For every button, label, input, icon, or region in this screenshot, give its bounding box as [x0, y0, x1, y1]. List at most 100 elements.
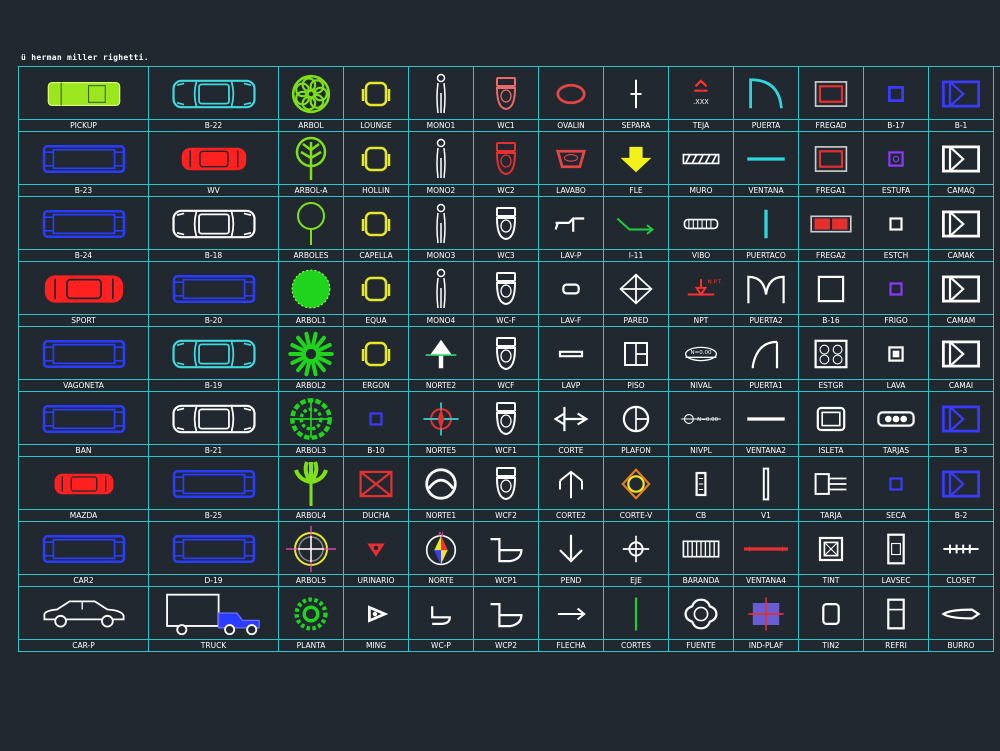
block-cell-lounge[interactable]: LOUNGE: [344, 67, 409, 132]
block-cell-wc3[interactable]: WC3: [474, 197, 539, 262]
block-cell-arbol2[interactable]: ARBOL2: [279, 327, 344, 392]
block-cell-wcp2[interactable]: WCP2: [474, 587, 539, 652]
block-cell-eje[interactable]: EJE: [604, 522, 669, 587]
block-cell-car2[interactable]: CAR2: [19, 522, 149, 587]
block-cell-estch[interactable]: ESTCH: [864, 197, 929, 262]
block-cell-closet[interactable]: CLOSET: [929, 522, 994, 587]
block-cell-cortes[interactable]: CORTES: [604, 587, 669, 652]
block-cell-b-2[interactable]: B-2: [929, 457, 994, 522]
block-cell-b-19[interactable]: B-19: [149, 327, 279, 392]
block-cell-lav-f[interactable]: LAV-F: [539, 262, 604, 327]
block-cell-ducha[interactable]: DUCHA: [344, 457, 409, 522]
block-cell-pend[interactable]: PEND: [539, 522, 604, 587]
block-cell-wcf[interactable]: WCF: [474, 327, 539, 392]
block-cell-estufa[interactable]: ESTUFA: [864, 132, 929, 197]
block-cell-urinario[interactable]: URINARIO: [344, 522, 409, 587]
block-cell-arbol[interactable]: ARBOL: [279, 67, 344, 132]
block-cell-isleta[interactable]: ISLETA: [799, 392, 864, 457]
block-cell-equa[interactable]: EQUA: [344, 262, 409, 327]
block-cell-teja[interactable]: .XXX TEJA: [669, 67, 734, 132]
block-cell-piso[interactable]: PISO: [604, 327, 669, 392]
block-cell-ventana[interactable]: VENTANA: [734, 132, 799, 197]
block-cell-lavsec[interactable]: LAVSEC: [864, 522, 929, 587]
block-cell-npt[interactable]: N.P.T. NPT: [669, 262, 734, 327]
block-cell-wc2[interactable]: WC2: [474, 132, 539, 197]
block-cell-b-25[interactable]: B-25: [149, 457, 279, 522]
block-cell-muro[interactable]: MURO: [669, 132, 734, 197]
block-cell-frega2[interactable]: FREGA2: [799, 197, 864, 262]
block-cell-refri[interactable]: REFRI: [864, 587, 929, 652]
block-cell-arbol4[interactable]: ARBOL4: [279, 457, 344, 522]
block-cell-b-3[interactable]: B-3: [929, 392, 994, 457]
block-cell-b-16[interactable]: B-16: [799, 262, 864, 327]
block-cell-puerta2[interactable]: PUERTA2: [734, 262, 799, 327]
block-cell-lavabo[interactable]: LAVABO: [539, 132, 604, 197]
block-cell-tarjas[interactable]: TARJAS: [864, 392, 929, 457]
block-cell-ventana4[interactable]: VENTANA4: [734, 522, 799, 587]
block-cell-mono2[interactable]: MONO2: [409, 132, 474, 197]
block-cell-b-17[interactable]: B-17: [864, 67, 929, 132]
block-cell-fregad[interactable]: FREGAD: [799, 67, 864, 132]
block-cell-ovalin[interactable]: OVALIN: [539, 67, 604, 132]
block-cell-ban[interactable]: BAN: [19, 392, 149, 457]
block-cell-car-p[interactable]: CAR-P: [19, 587, 149, 652]
block-cell-lav-p[interactable]: LAV-P: [539, 197, 604, 262]
block-cell-arbol-a[interactable]: ARBOL-A: [279, 132, 344, 197]
block-cell-arboles[interactable]: ARBOLES: [279, 197, 344, 262]
block-cell-sport[interactable]: SPORT: [19, 262, 149, 327]
block-cell-wcf1[interactable]: WCF1: [474, 392, 539, 457]
block-cell-corte[interactable]: CORTE: [539, 392, 604, 457]
block-cell-cb[interactable]: CB: [669, 457, 734, 522]
block-cell-mono4[interactable]: MONO4: [409, 262, 474, 327]
block-cell-camai[interactable]: CAMAI: [929, 327, 994, 392]
block-cell-b-20[interactable]: B-20: [149, 262, 279, 327]
block-cell-lava[interactable]: LAVA: [864, 327, 929, 392]
block-cell-lavp[interactable]: LAVP: [539, 327, 604, 392]
block-cell-camaq[interactable]: CAMAQ: [929, 132, 994, 197]
block-cell-puerta[interactable]: PUERTA: [734, 67, 799, 132]
block-cell-norte[interactable]: N NORTE: [409, 522, 474, 587]
block-cell-ming[interactable]: MING: [344, 587, 409, 652]
block-cell-v1[interactable]: V1: [734, 457, 799, 522]
block-cell-arbol1[interactable]: ARBOL1: [279, 262, 344, 327]
block-cell-frigo[interactable]: FRIGO: [864, 262, 929, 327]
block-cell-tarja[interactable]: TARJA: [799, 457, 864, 522]
block-cell-puerta1[interactable]: PUERTA1: [734, 327, 799, 392]
block-cell-ind-plaf[interactable]: IND-PLAF: [734, 587, 799, 652]
block-cell-b-10[interactable]: B-10: [344, 392, 409, 457]
block-cell-i-11[interactable]: I-11: [604, 197, 669, 262]
block-cell-hollin[interactable]: HOLLIN: [344, 132, 409, 197]
block-cell-wc-f[interactable]: WC-F: [474, 262, 539, 327]
block-cell-capella[interactable]: CAPELLA: [344, 197, 409, 262]
block-cell-estgr[interactable]: ESTGR: [799, 327, 864, 392]
block-cell-norte2[interactable]: NORTE2: [409, 327, 474, 392]
block-cell-b-22[interactable]: B-22: [149, 67, 279, 132]
block-cell-wc-p[interactable]: WC-P: [409, 587, 474, 652]
block-cell-plafon[interactable]: PLAFON: [604, 392, 669, 457]
block-cell-camak[interactable]: CAMAK: [929, 197, 994, 262]
block-cell-vibo[interactable]: VIBO: [669, 197, 734, 262]
block-cell-puertaco[interactable]: PUERTACO: [734, 197, 799, 262]
block-cell-arbol3[interactable]: ARBOL3: [279, 392, 344, 457]
block-cell-norte5[interactable]: NORTE5: [409, 392, 474, 457]
block-cell-wcp1[interactable]: WCP1: [474, 522, 539, 587]
block-cell-nival[interactable]: N=0.00 NIVAL: [669, 327, 734, 392]
block-cell-planta[interactable]: PLANTA: [279, 587, 344, 652]
block-cell-vagoneta[interactable]: VAGONETA: [19, 327, 149, 392]
block-cell-separa[interactable]: SEPARA: [604, 67, 669, 132]
block-cell-pickup[interactable]: PICKUP: [19, 67, 149, 132]
block-cell-wcf2[interactable]: WCF2: [474, 457, 539, 522]
block-cell-camam[interactable]: CAMAM: [929, 262, 994, 327]
block-cell-corte2[interactable]: CORTE2: [539, 457, 604, 522]
block-cell-mazda[interactable]: MAZDA: [19, 457, 149, 522]
block-cell-tin2[interactable]: TIN2: [799, 587, 864, 652]
block-cell-nivpl[interactable]: N=0.00 NIVPL: [669, 392, 734, 457]
block-cell-wv[interactable]: WV: [149, 132, 279, 197]
block-cell-truck[interactable]: TRUCK: [149, 587, 279, 652]
block-cell-pared[interactable]: PARED: [604, 262, 669, 327]
block-cell-seca[interactable]: SECA: [864, 457, 929, 522]
block-cell-frega1[interactable]: FREGA1: [799, 132, 864, 197]
block-cell-d-19[interactable]: D-19: [149, 522, 279, 587]
block-cell-b-24[interactable]: B-24: [19, 197, 149, 262]
block-cell-baranda[interactable]: BARANDA: [669, 522, 734, 587]
